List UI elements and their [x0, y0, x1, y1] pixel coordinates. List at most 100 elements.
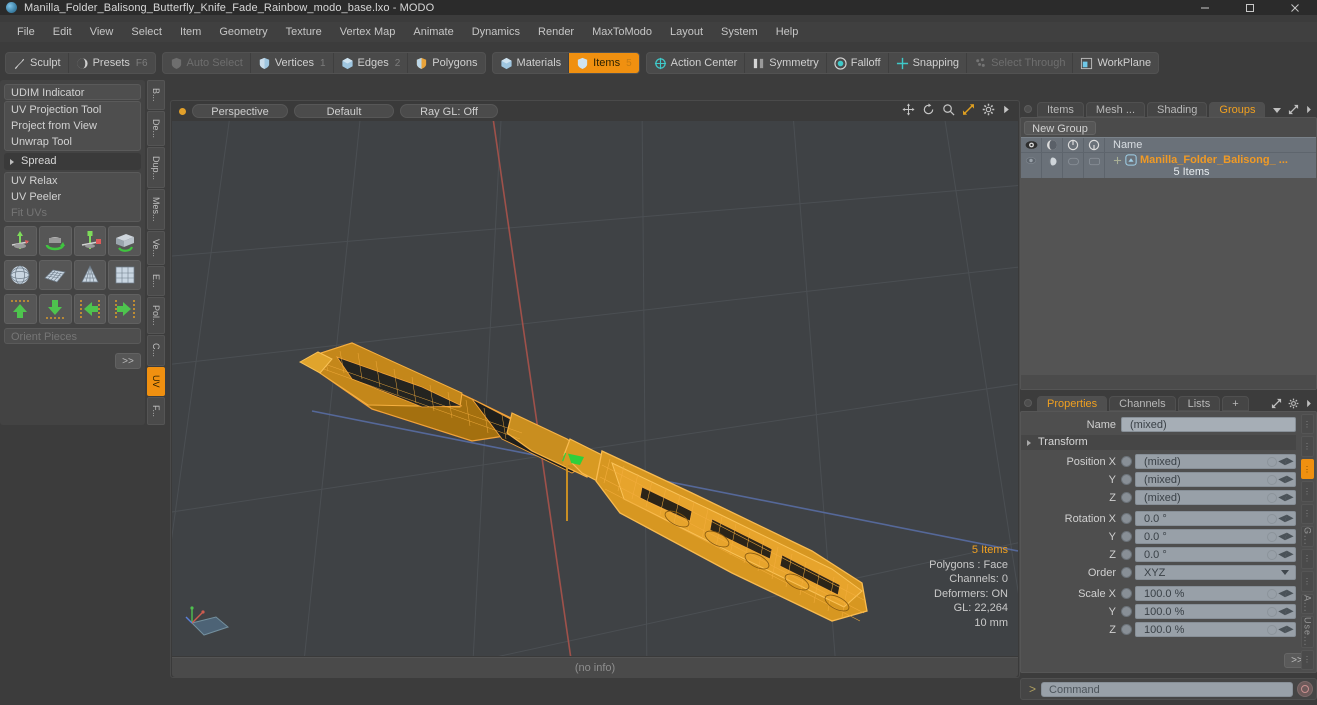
arrow-left-icon[interactable]	[73, 294, 107, 324]
items-button[interactable]: Items 5	[569, 53, 639, 73]
uv-sphere-unwrap-icon[interactable]	[4, 260, 37, 290]
vtab-mesh[interactable]: Mes...	[147, 188, 165, 230]
rotation-z-key-dot[interactable]	[1121, 549, 1132, 560]
scale-z-key-dot[interactable]	[1121, 624, 1132, 635]
menu-select[interactable]: Select	[122, 22, 171, 42]
menu-animate[interactable]: Animate	[404, 22, 462, 42]
close-button[interactable]	[1272, 0, 1317, 15]
side-handle-10-label[interactable]: Use...	[1301, 616, 1314, 648]
rotation-y-spinner[interactable]: ◀▶	[1278, 531, 1293, 543]
spread-section-header[interactable]: Spread	[4, 153, 141, 170]
menu-vertex-map[interactable]: Vertex Map	[331, 22, 405, 42]
arrow-right-icon[interactable]	[108, 294, 141, 324]
fit-icon[interactable]	[962, 103, 975, 116]
tab-mesh[interactable]: Mesh ...	[1085, 102, 1146, 117]
uv-move-icon[interactable]	[4, 226, 37, 256]
udim-indicator-button[interactable]: UDIM Indicator	[4, 84, 141, 100]
uv-cone-icon[interactable]	[73, 260, 107, 290]
menu-maxtomodo[interactable]: MaxToModo	[583, 22, 661, 42]
uv-flip-icon[interactable]	[108, 226, 141, 256]
rotate-icon[interactable]	[922, 103, 935, 116]
rotation-x-input[interactable]: 0.0 ° ◀▶	[1135, 511, 1296, 526]
new-group-button[interactable]: New Group	[1024, 121, 1096, 135]
tabbar-menu-dot-icon[interactable]	[1024, 105, 1032, 113]
menu-layout[interactable]: Layout	[661, 22, 712, 42]
vtab-edge[interactable]: E...	[147, 266, 165, 297]
scale-y-spinner[interactable]: ◀▶	[1278, 606, 1293, 618]
rotation-x-spinner[interactable]: ◀▶	[1278, 513, 1293, 525]
viewport-menu-dot-icon[interactable]	[179, 107, 186, 115]
expand-icon[interactable]	[1271, 398, 1282, 409]
side-handle-6-label[interactable]: G...	[1301, 526, 1314, 547]
select-through-button[interactable]: Select Through	[967, 53, 1074, 73]
vtab-uv[interactable]: UV	[147, 366, 165, 396]
gear-icon[interactable]	[1288, 398, 1299, 409]
tab-groups[interactable]: Groups	[1209, 102, 1266, 117]
scale-y-input[interactable]: 100.0 % ◀▶	[1135, 604, 1296, 619]
unwrap-tool-item[interactable]: Unwrap Tool	[5, 134, 140, 150]
uv-projection-tool-item[interactable]: UV Projection Tool	[5, 102, 140, 118]
symmetry-button[interactable]: Symmetry	[745, 53, 827, 73]
menu-file[interactable]: File	[8, 22, 44, 42]
menu-system[interactable]: System	[712, 22, 767, 42]
chevron-down-icon[interactable]	[1272, 106, 1282, 114]
tab-shading[interactable]: Shading	[1147, 102, 1208, 117]
tab-properties[interactable]: Properties	[1037, 396, 1108, 411]
maximize-button[interactable]	[1227, 0, 1272, 15]
position-y-spinner[interactable]: ◀▶	[1278, 474, 1293, 486]
rotation-z-spinner[interactable]: ◀▶	[1278, 549, 1293, 561]
transform-section-header[interactable]: Transform	[1021, 435, 1296, 450]
row-lock-toggle[interactable]	[1063, 153, 1084, 178]
gear-icon[interactable]	[982, 103, 995, 116]
side-handle-8[interactable]: ⋮	[1301, 571, 1314, 592]
record-icon[interactable]	[1297, 681, 1313, 697]
vtab-basic[interactable]: B...	[147, 80, 165, 110]
uv-grid-icon[interactable]	[38, 260, 72, 290]
left-panel-more-button[interactable]: >>	[115, 353, 141, 369]
vtab-polygon[interactable]: Pol...	[147, 297, 165, 335]
materials-button[interactable]: Materials	[493, 53, 570, 73]
vertices-button[interactable]: Vertices 1	[251, 53, 334, 73]
properties-menu-dot-icon[interactable]	[1024, 399, 1032, 407]
side-handle-5[interactable]: ⋮	[1301, 503, 1314, 525]
polygons-button[interactable]: Polygons	[408, 53, 484, 73]
uv-quad-icon[interactable]	[108, 260, 141, 290]
menu-view[interactable]: View	[81, 22, 123, 42]
uv-peeler-item[interactable]: UV Peeler	[5, 189, 140, 205]
row-name-cell[interactable]: Manilla_Folder_Balisong_ ... 5 Items	[1105, 153, 1316, 178]
pan-icon[interactable]	[902, 103, 915, 116]
arrow-up-icon[interactable]	[4, 294, 37, 324]
row-select-toggle[interactable]	[1084, 153, 1105, 178]
vtab-vertex[interactable]: Ve...	[147, 230, 165, 266]
command-input[interactable]: Command	[1041, 681, 1293, 697]
row-visibility-toggle[interactable]	[1021, 153, 1042, 178]
action-center-button[interactable]: Action Center	[647, 53, 746, 73]
orient-pieces-field[interactable]: Orient Pieces	[4, 328, 141, 344]
workplane-button[interactable]: WorkPlane	[1073, 53, 1158, 73]
side-handle-4[interactable]: ⋮	[1301, 481, 1314, 502]
order-key-dot[interactable]	[1121, 567, 1132, 578]
arrow-down-icon[interactable]	[38, 294, 72, 324]
menu-geometry[interactable]: Geometry	[210, 22, 276, 42]
zoom-icon[interactable]	[942, 103, 955, 116]
menu-help[interactable]: Help	[767, 22, 808, 42]
order-select[interactable]: XYZ	[1135, 565, 1296, 580]
side-handle-7[interactable]: ⋮	[1301, 548, 1314, 570]
scale-x-key-dot[interactable]	[1121, 588, 1132, 599]
viewport-style-default[interactable]: Default	[294, 104, 394, 118]
rotation-x-key-dot[interactable]	[1121, 513, 1132, 524]
auto-select-button[interactable]: Auto Select	[163, 53, 251, 73]
side-handle-1[interactable]: ⋮	[1301, 414, 1314, 435]
vtab-deform[interactable]: De...	[147, 110, 165, 147]
scale-x-input[interactable]: 100.0 % ◀▶	[1135, 586, 1296, 601]
menu-texture[interactable]: Texture	[277, 22, 331, 42]
position-x-key-dot[interactable]	[1121, 456, 1132, 467]
scale-y-key-dot[interactable]	[1121, 606, 1132, 617]
rotation-y-key-dot[interactable]	[1121, 531, 1132, 542]
vtab-command[interactable]: C...	[147, 335, 165, 366]
vtab-duplicate[interactable]: Dup...	[147, 147, 165, 188]
rotation-y-input[interactable]: 0.0 ° ◀▶	[1135, 529, 1296, 544]
side-handle-9-label[interactable]: A...	[1301, 593, 1314, 615]
position-y-key-dot[interactable]	[1121, 474, 1132, 485]
vtab-fusion[interactable]: F...	[147, 396, 165, 426]
